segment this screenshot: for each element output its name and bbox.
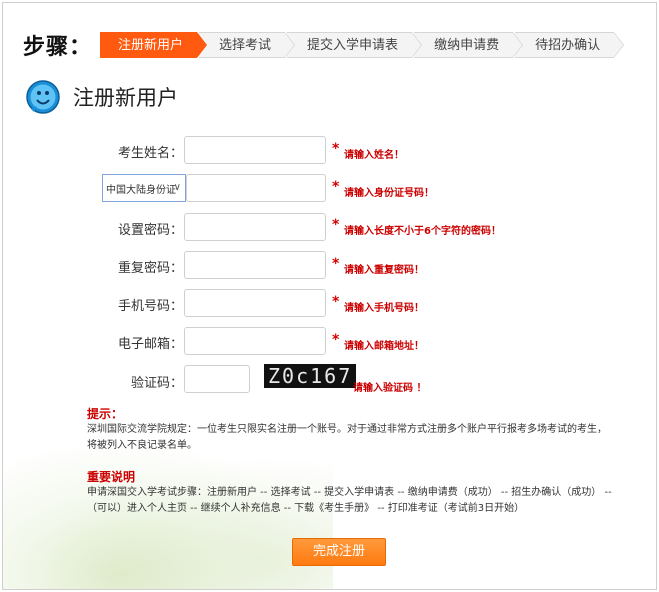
smiley-icon [26, 80, 60, 114]
important-notes-title: 重要说明 [87, 470, 136, 484]
id-hint: 请输入身份证号码！ [344, 188, 434, 199]
phone-required-mark: * [332, 294, 340, 310]
id-type-select-value: 中国大陆身份证 [106, 184, 176, 196]
email-required-mark: * [332, 332, 340, 348]
steps-label: 步骤： [23, 35, 93, 60]
confirm-password-hint: 请输入重复密码！ [344, 265, 424, 276]
title-row: 注册新用户 [25, 79, 178, 115]
step-pay-fee: 缴纳申请费 [414, 32, 524, 58]
id-required-mark: * [332, 179, 340, 195]
phone-input[interactable] [184, 289, 326, 317]
password-input[interactable] [184, 213, 326, 241]
email-hint: 请输入邮箱地址！ [344, 341, 424, 352]
captcha-image[interactable]: Z0c167 [264, 364, 357, 388]
confirm-required-mark: * [332, 256, 340, 272]
confirm-password-input[interactable] [184, 251, 326, 279]
step-register: 注册新用户 [100, 32, 208, 58]
name-label: 考生姓名： [117, 146, 183, 161]
steps-list: 注册新用户 选择考试 提交入学申请表 缴纳申请费 待招办确认 [100, 32, 625, 58]
steps-bar: 步骤： 注册新用户 选择考试 提交入学申请表 缴纳申请费 待招办确认 [23, 31, 625, 60]
password-hint: 请输入长度不小于6个字符的密码！ [344, 226, 501, 237]
name-input[interactable] [184, 136, 326, 164]
tips-title: 提示： [87, 407, 124, 421]
step-select-exam: 选择考试 [199, 32, 296, 58]
email-label: 电子邮箱： [117, 337, 183, 352]
id-type-select[interactable]: 中国大陆身份证 ∨ [102, 174, 186, 202]
password-label: 设置密码： [117, 223, 183, 238]
page-title: 注册新用户 [73, 86, 178, 110]
tips-text: 深圳国际交流学院规定：一位考生只限实名注册一个账号。对于通过非常方式注册多个账户… [87, 424, 607, 451]
id-number-input[interactable] [186, 174, 326, 202]
confirm-password-label: 重复密码： [117, 261, 183, 276]
step-admission-confirm: 待招办确认 [515, 32, 625, 58]
page-frame: 步骤： 注册新用户 选择考试 提交入学申请表 缴纳申请费 待招办确认 注册新用户… [2, 2, 657, 590]
email-input[interactable] [184, 327, 326, 355]
name-hint: 请输入姓名！ [344, 150, 404, 161]
step-submit-application: 提交入学申请表 [287, 32, 423, 58]
captcha-hint: 请输入验证码 ！ [353, 383, 427, 394]
captcha-label: 验证码： [130, 376, 183, 391]
important-notes-text: 申请深国交入学考试步骤：注册新用户 -- 选择考试 -- 提交入学申请表 -- … [87, 487, 612, 514]
captcha-input[interactable] [184, 365, 250, 393]
chevron-down-icon: ∨ [173, 182, 181, 193]
phone-hint: 请输入手机号码！ [344, 303, 424, 314]
name-required-mark: * [332, 141, 340, 157]
password-required-mark: * [332, 217, 340, 233]
complete-registration-button[interactable]: 完成注册 [292, 538, 386, 566]
phone-label: 手机号码： [117, 299, 183, 314]
